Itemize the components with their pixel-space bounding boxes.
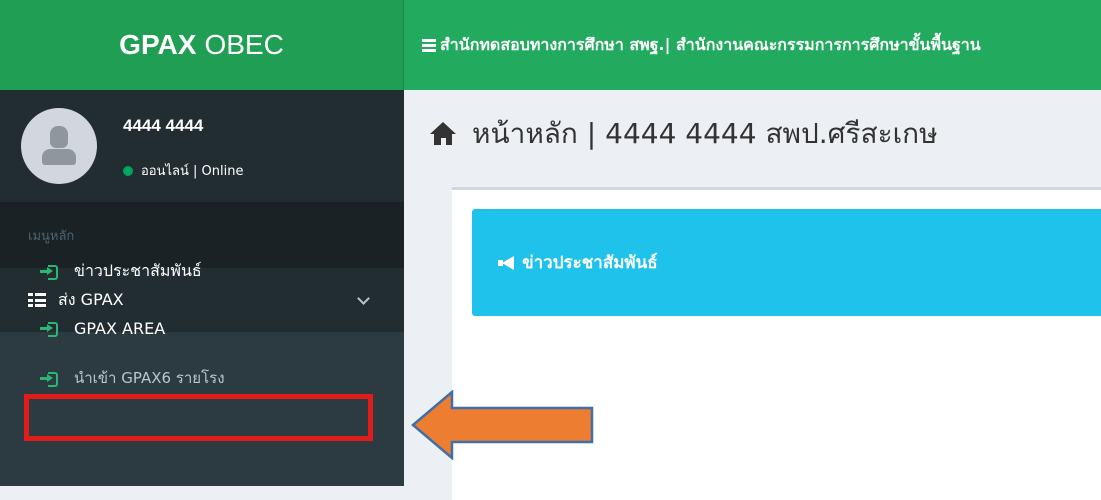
page-title-text: หน้าหลัก | 4444 4444 สพป.ศรีสะเกษ [472,117,938,150]
logo-brand-bold: GPAX [119,29,197,60]
arrow-left-icon [411,390,594,460]
status-dot-icon [123,165,133,176]
home-icon [430,122,456,146]
page-title: หน้าหลัก | 4444 4444 สพป.ศรีสะเกษ [430,112,938,156]
user-panel: 4444 4444 ออนไลน์ | Online [0,90,404,202]
sidebar-item-label: GPAX AREA [74,318,166,338]
user-status: ออนไลน์ | Online [123,160,243,181]
header-title: สำนักทดสอบทางการศึกษา สพฐ.| สำนักงานคณะก… [440,34,981,54]
sign-in-icon [40,264,58,280]
sidebar-item-gpax-area[interactable]: GPAX AREA [0,309,404,347]
user-icon [50,126,68,148]
sign-in-icon [40,371,58,387]
highlight-box [24,394,373,441]
logo-brand-light: OBEC [204,29,284,60]
logo[interactable]: GPAX OBEC [0,0,404,90]
sidebar-item-label: นำเข้า GPAX6 รายโรง [74,369,225,387]
user-status-label: ออนไลน์ | Online [141,164,244,179]
bullhorn-icon [498,255,516,270]
list-icon [28,293,46,307]
user-name: 4444 4444 [123,116,204,135]
sidebar-item-label: ข่าวประชาสัมพันธ์ [74,260,202,280]
avatar [21,108,97,184]
chevron-down-icon [357,291,370,305]
bars-icon[interactable] [422,38,436,52]
sidebar-item-news[interactable]: ข่าวประชาสัมพันธ์ [0,252,404,290]
news-banner: ข่าวประชาสัมพันธ์ [472,209,1101,316]
sign-in-icon [40,321,58,337]
top-navbar: สำนักทดสอบทางการศึกษา สพฐ.| สำนักงานคณะก… [404,0,1101,90]
news-banner-title: ข่าวประชาสัมพันธ์ [522,253,658,273]
sidebar-item-import-gpax6[interactable]: นำเข้า GPAX6 รายโรง [0,359,404,397]
